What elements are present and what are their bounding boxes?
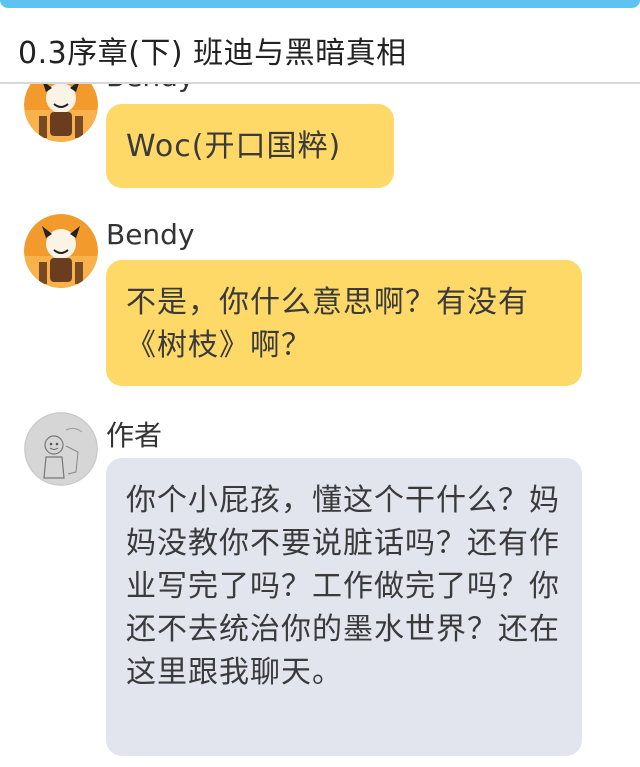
message-bubble[interactable]: 不是，你什么意思啊？有没有《树枝》啊？: [106, 260, 582, 386]
message-bubble[interactable]: 你个小屁孩，懂这个干什么？妈妈没教你不要说脏话吗？还有作业写完了吗？工作做完了吗…: [106, 458, 582, 756]
author-avatar-icon: [24, 412, 98, 486]
message-text: 你个小屁孩，懂这个干什么？妈妈没教你不要说脏话吗？还有作业写完了吗？工作做完了吗…: [126, 483, 560, 690]
sender-name: Bendy: [106, 84, 195, 93]
message-text: Woc(开口国粹): [126, 129, 342, 164]
sender-name: 作者: [106, 419, 163, 452]
message-thread[interactable]: Bendy Woc(开口国粹) Bendy 不是，你什么意思啊？有没有《树枝》啊…: [0, 84, 640, 767]
bendy-avatar[interactable]: [24, 84, 98, 142]
bendy-avatar[interactable]: [24, 214, 98, 288]
bendy-avatar-icon: [24, 84, 98, 142]
chat-header: 0.3序章(下) 班迪与黑暗真相: [0, 8, 640, 84]
chat-screen: 0.3序章(下) 班迪与黑暗真相 Bendy Woc(开口国粹): [0, 0, 640, 767]
chat-title: 0.3序章(下) 班迪与黑暗真相: [18, 36, 407, 71]
sender-name: Bendy: [106, 218, 195, 251]
bendy-avatar-icon: [24, 214, 98, 288]
author-avatar[interactable]: [24, 412, 98, 486]
message-text: 不是，你什么意思啊？有没有《树枝》啊？: [126, 285, 529, 363]
top-accent-bar: [0, 0, 640, 8]
message-bubble[interactable]: Woc(开口国粹): [106, 104, 394, 188]
